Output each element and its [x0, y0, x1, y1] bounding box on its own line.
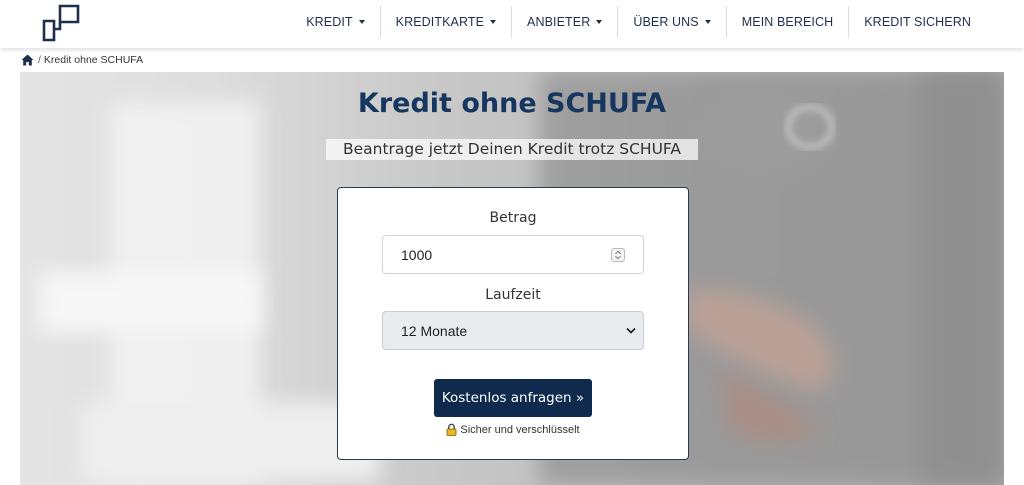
caret-down-icon — [596, 20, 603, 24]
caret-down-icon — [490, 20, 497, 24]
nav-item-ueber-uns[interactable]: ÜBER UNS — [617, 6, 725, 38]
nav-label: KREDIT — [306, 15, 353, 29]
site-header: KREDIT KREDITKARTE ANBIETER ÜBER UNS MEI… — [0, 0, 1024, 48]
page-title: Kredit ohne SCHUFA — [357, 88, 667, 119]
breadcrumb-separator: / — [38, 54, 41, 66]
term-label: Laufzeit — [485, 287, 541, 303]
caret-down-icon — [704, 20, 711, 24]
nav-label: ANBIETER — [527, 15, 591, 29]
nav-label: MEIN BEREICH — [741, 15, 834, 29]
breadcrumb-current[interactable]: Kredit ohne SCHUFA — [44, 54, 143, 66]
nav-item-anbieter[interactable]: ANBIETER — [511, 6, 617, 38]
chevron-down-icon — [626, 327, 636, 334]
submit-button[interactable]: Kostenlos anfragen » — [434, 379, 592, 417]
security-note-text: Sicher und verschlüsselt — [460, 423, 580, 436]
nav-label: ÜBER UNS — [633, 15, 699, 29]
security-note: Sicher und verschlüsselt — [338, 423, 688, 436]
caret-down-icon — [358, 20, 365, 24]
breadcrumb: / Kredit ohne SCHUFA — [21, 53, 143, 67]
number-spinner-icon[interactable] — [611, 248, 625, 262]
hero-section: Kredit ohne SCHUFA Beantrage jetzt Deine… — [20, 72, 1004, 485]
nav-item-kredit-sichern[interactable]: KREDIT SICHERN — [848, 6, 986, 38]
nav-label: KREDIT SICHERN — [864, 15, 971, 29]
term-selected-value: 12 Monate — [401, 322, 468, 339]
amount-label: Betrag — [489, 210, 537, 226]
nav-item-mein-bereich[interactable]: MEIN BEREICH — [725, 6, 849, 38]
lock-icon — [446, 423, 457, 436]
page-subtitle: Beantrage jetzt Deinen Kredit trotz SCHU… — [326, 139, 698, 160]
loan-request-form: Betrag 1000 Laufzeit 12 Monate Kostenlos… — [337, 187, 689, 460]
nav-item-kreditkarte[interactable]: KREDITKARTE — [379, 6, 511, 38]
site-logo[interactable] — [42, 4, 80, 42]
term-select[interactable]: 12 Monate — [382, 311, 644, 350]
amount-input[interactable]: 1000 — [382, 235, 644, 274]
home-icon[interactable] — [21, 54, 34, 66]
main-nav: KREDIT KREDITKARTE ANBIETER ÜBER UNS MEI… — [291, 6, 986, 38]
nav-item-kredit[interactable]: KREDIT — [291, 6, 379, 38]
amount-value: 1000 — [401, 246, 433, 263]
nav-label: KREDITKARTE — [395, 15, 485, 29]
